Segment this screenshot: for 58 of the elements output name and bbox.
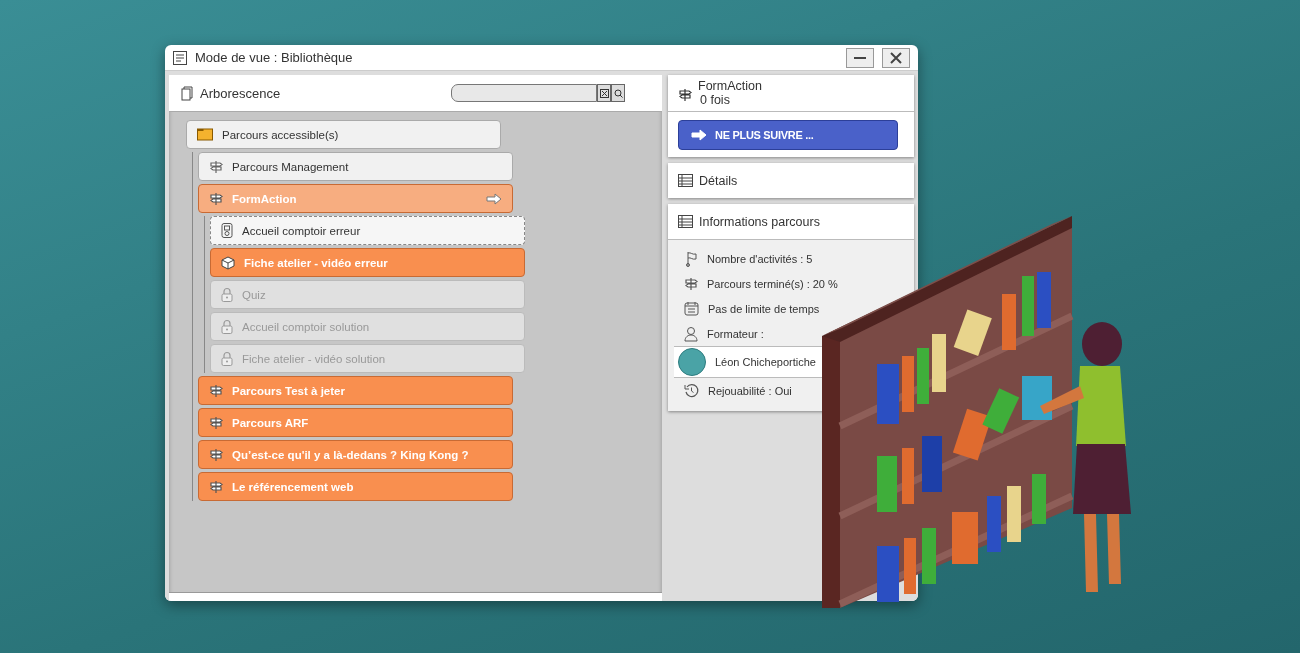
window-title: Mode de vue : Bibliothèque <box>195 50 354 65</box>
tree-item[interactable]: Parcours accessible(s) <box>186 120 501 149</box>
clear-icon <box>599 88 609 98</box>
tree-item[interactable]: Accueil comptoir solution <box>210 312 525 341</box>
info-text: Rejouabilité : Oui <box>708 384 792 397</box>
folder-icon <box>197 128 213 141</box>
minimize-button[interactable] <box>846 47 874 68</box>
calendar-icon <box>684 301 699 316</box>
books-icon <box>181 85 194 101</box>
tree-item[interactable]: Qu’est-ce qu'il y a là-dedans ? King Kong ? <box>198 440 513 469</box>
replay-icon <box>684 383 699 398</box>
info-text: Pas de limite de temps <box>708 302 820 315</box>
info-text: Léon Chicheportiche <box>715 356 816 368</box>
close-button[interactable] <box>882 47 910 68</box>
info-text: Parcours terminé(s) : 20 % <box>707 277 838 290</box>
section-title[interactable]: Informations parcours <box>699 214 820 229</box>
flag-icon <box>684 250 698 267</box>
tree-item[interactable]: Parcours ARF <box>198 408 513 437</box>
signpost-icon <box>684 276 698 291</box>
list-icon <box>678 215 693 228</box>
lock-icon <box>221 287 233 302</box>
signpost-icon <box>209 447 223 462</box>
signpost-icon <box>209 383 223 398</box>
course-count: 0 fois <box>699 93 731 107</box>
arrow-icon <box>691 129 707 141</box>
tree-item[interactable]: Quiz <box>210 280 525 309</box>
tree-item[interactable]: Le référencement web <box>198 472 513 501</box>
info-text: Nombre d'activités : 5 <box>707 252 813 265</box>
tree-item[interactable]: Fiche atelier - vidéo erreur <box>210 248 525 277</box>
tree-item[interactable]: FormAction <box>198 184 513 213</box>
tree-item[interactable]: Fiche atelier - vidéo solution <box>210 344 525 373</box>
person-icon <box>684 325 698 342</box>
lock-icon <box>221 319 233 334</box>
window-icon <box>173 50 187 65</box>
panel-title: Arborescence <box>200 85 282 101</box>
arrow-icon <box>486 192 502 205</box>
search-field[interactable] <box>451 84 597 102</box>
signpost-icon <box>209 415 223 430</box>
signpost-icon <box>209 159 223 174</box>
signpost-icon <box>678 88 692 102</box>
cube-icon <box>221 255 235 270</box>
signpost-icon <box>209 191 223 206</box>
tree-item[interactable]: Parcours Management <box>198 152 513 181</box>
lock-icon <box>221 351 233 366</box>
info-text: Formateur : <box>707 327 764 340</box>
course-title: FormAction <box>698 79 762 93</box>
unfollow-button[interactable]: NE PLUS SUIVRE ... <box>678 120 898 150</box>
signpost-icon <box>209 479 223 494</box>
clear-button[interactable] <box>597 84 611 102</box>
tree-item[interactable]: Parcours Test à jeter <box>198 376 513 405</box>
document-icon <box>221 223 233 238</box>
section-title[interactable]: Détails <box>699 173 738 188</box>
tree-item[interactable]: Accueil comptoir erreur <box>210 216 525 245</box>
search-button[interactable] <box>611 84 625 102</box>
close-icon <box>890 51 902 64</box>
list-icon <box>678 174 693 187</box>
search-icon <box>613 88 623 98</box>
avatar <box>678 348 706 376</box>
